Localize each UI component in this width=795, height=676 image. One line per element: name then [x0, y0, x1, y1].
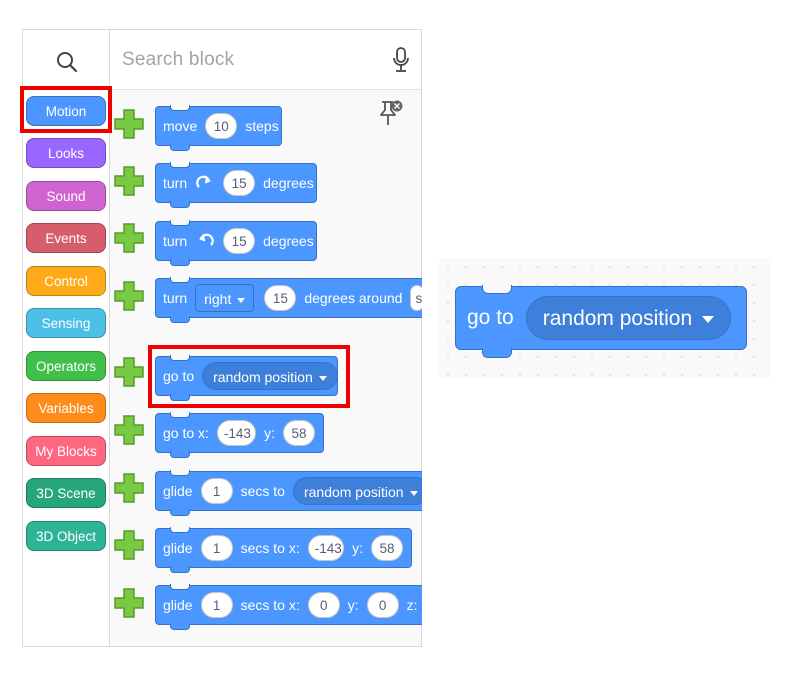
zoomed-block-preview: go to random position — [439, 258, 771, 378]
category-3d-scene[interactable]: 3D Scene — [26, 478, 106, 508]
turn-around-block[interactable]: turn right 15 degrees around s — [155, 277, 425, 323]
add-block-plus-icon[interactable] — [113, 222, 145, 254]
glide-xyz-block[interactable]: glide 1 secs to x: 0 y: 0 z: — [155, 584, 422, 630]
caret-down-icon — [702, 315, 715, 323]
search-icon — [57, 52, 78, 73]
category-list: Motion Looks Sound Events Control Sensing Oper… — [23, 90, 110, 646]
category-sensing[interactable]: Sensing — [26, 308, 106, 338]
block-text: secs to x: — [240, 540, 300, 556]
category-my-blocks[interactable]: My Blocks — [26, 436, 106, 466]
zoom-target-dropdown[interactable]: random position — [525, 296, 732, 340]
zoomed-go-to-block[interactable]: go to random position — [455, 285, 747, 358]
direction-dropdown[interactable]: right — [195, 284, 255, 312]
add-block-plus-icon[interactable] — [113, 529, 145, 561]
secs-input[interactable]: 1 — [200, 592, 233, 618]
add-block-plus-icon[interactable] — [113, 414, 145, 446]
zoom-block-text: go to — [467, 306, 514, 329]
caret-down-icon — [409, 490, 418, 496]
block-text: y: — [347, 597, 359, 613]
rotate-counterclockwise-icon — [199, 233, 214, 246]
target-value: random position — [303, 484, 404, 500]
add-block-plus-icon[interactable] — [113, 280, 145, 312]
y-input[interactable]: 58 — [371, 535, 403, 561]
add-block-plus-icon[interactable] — [113, 587, 145, 619]
category-looks[interactable]: Looks — [26, 138, 106, 168]
search-input[interactable]: Search block — [110, 30, 421, 90]
unpin-icon[interactable] — [377, 99, 403, 129]
x-input[interactable]: -143 — [307, 535, 345, 561]
block-text: secs to x: — [240, 597, 300, 613]
category-control[interactable]: Control — [26, 266, 106, 296]
category-3d-object[interactable]: 3D Object — [26, 521, 106, 551]
y-input[interactable]: 58 — [283, 420, 315, 446]
block-text: secs to — [240, 483, 285, 499]
rotate-clockwise-icon — [196, 175, 211, 188]
go-to-xy-block[interactable]: go to x: -143 y: 58 — [155, 412, 324, 458]
secs-input[interactable]: 1 — [200, 535, 233, 561]
block-text: turn — [163, 233, 188, 249]
category-operators[interactable]: Operators — [26, 351, 106, 381]
block-text: degrees around — [304, 290, 403, 306]
add-block-plus-icon[interactable] — [113, 472, 145, 504]
degrees-input[interactable]: 15 — [223, 170, 256, 196]
degrees-input[interactable]: 15 — [223, 228, 256, 254]
search-toggle[interactable] — [23, 30, 110, 90]
block-text: degrees — [263, 175, 314, 191]
direction-value: right — [204, 291, 232, 307]
secs-input[interactable]: 1 — [200, 478, 233, 504]
caret-down-icon — [237, 297, 246, 303]
target-dropdown[interactable]: random position — [292, 477, 429, 505]
block-text: z: — [406, 597, 418, 613]
block-text: steps — [245, 118, 279, 134]
block-text: y: — [352, 540, 363, 556]
highlight-go-to-block — [148, 345, 350, 408]
add-block-plus-icon[interactable] — [113, 108, 145, 140]
move-steps-block[interactable]: move 10 steps — [155, 105, 282, 151]
x-input[interactable]: 0 — [307, 592, 340, 618]
add-block-plus-icon[interactable] — [113, 165, 145, 197]
block-text: glide — [163, 483, 193, 499]
glide-xy-block[interactable]: glide 1 secs to x: -143 y: 58 — [155, 527, 412, 573]
block-text: go to x: — [163, 425, 209, 441]
add-block-plus-icon[interactable] — [113, 356, 145, 388]
category-events[interactable]: Events — [26, 223, 106, 253]
microphone-icon[interactable] — [391, 47, 411, 73]
block-text: glide — [163, 597, 193, 613]
block-text: move — [163, 118, 198, 134]
category-sound[interactable]: Sound — [26, 181, 106, 211]
glide-to-block[interactable]: glide 1 secs to random position — [155, 470, 429, 516]
block-text: degrees — [263, 233, 314, 249]
degrees-input[interactable]: 15 — [264, 285, 297, 311]
y-input[interactable]: 0 — [366, 592, 399, 618]
search-placeholder: Search block — [122, 49, 235, 70]
category-variables[interactable]: Variables — [26, 393, 106, 423]
block-text: glide — [163, 540, 193, 556]
block-text: y: — [264, 425, 275, 441]
zoom-target-value: random position — [542, 307, 693, 330]
turn-left-block[interactable]: turn 15 degrees — [155, 220, 317, 266]
turn-right-block[interactable]: turn 15 degrees — [155, 162, 317, 208]
steps-input[interactable]: 10 — [205, 113, 238, 139]
block-text: turn — [163, 175, 188, 191]
x-input[interactable]: -143 — [216, 420, 257, 446]
highlight-motion-category — [20, 86, 112, 133]
block-text: turn — [163, 290, 188, 306]
